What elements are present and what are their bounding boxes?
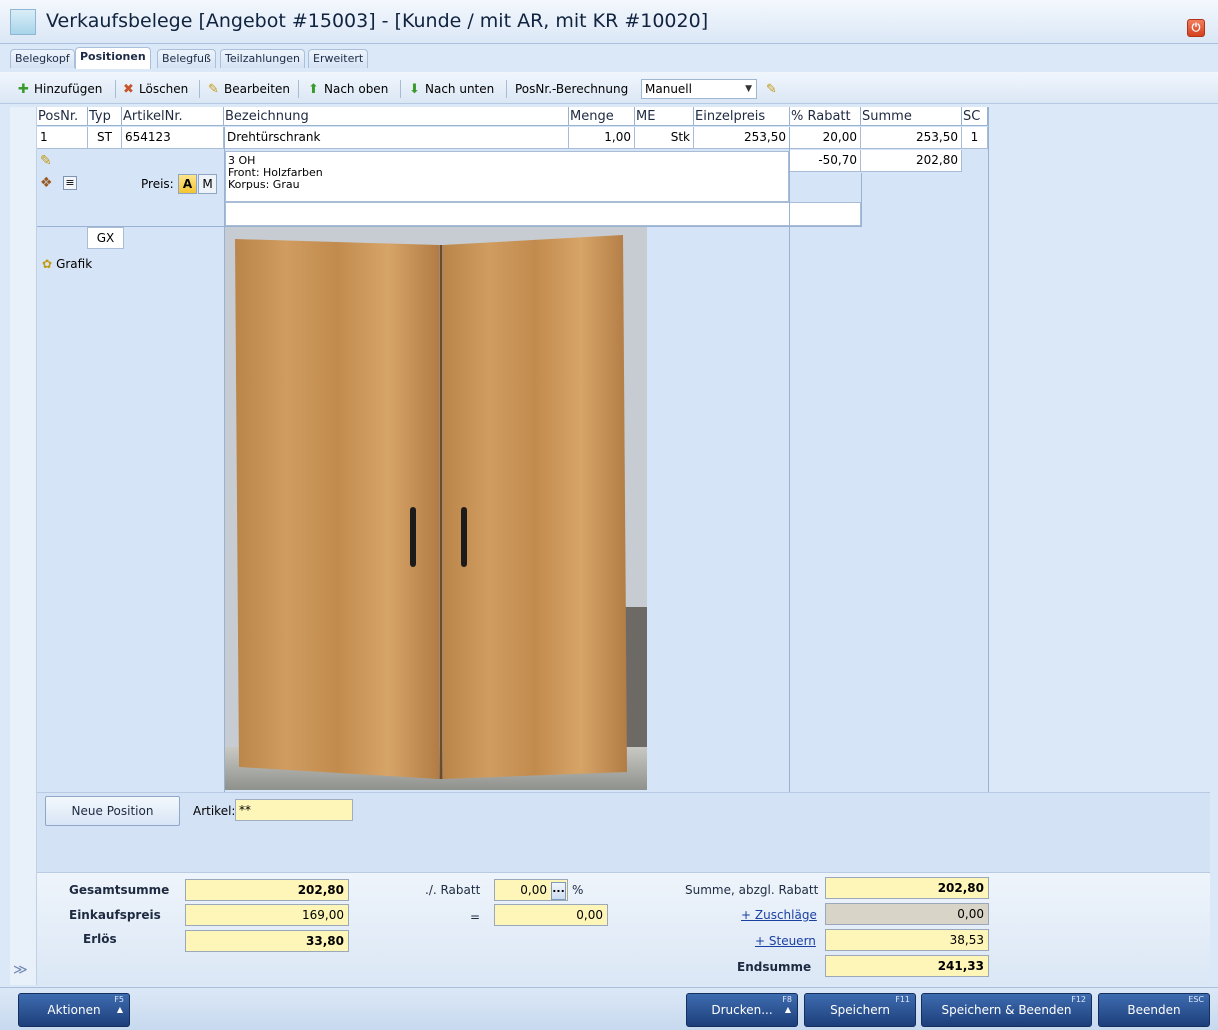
steuern-value: 38,53 xyxy=(825,929,989,951)
cell-bezeichnung[interactable]: Drehtürschrank xyxy=(224,127,569,149)
speichern-beenden-button[interactable]: Speichern & Beenden F12 xyxy=(921,993,1092,1027)
caret-up-icon: ▲ xyxy=(784,1005,791,1014)
artikel-input[interactable]: ** xyxy=(235,799,353,821)
zuschlaege-link[interactable]: + Zuschläge xyxy=(741,908,817,922)
description-textarea[interactable]: 3 OH Front: Holzfarben Korpus: Grau xyxy=(225,151,789,202)
chevron-down-icon: ▼ xyxy=(745,84,752,94)
price-mode-m-button[interactable]: M xyxy=(198,174,217,194)
endsumme-label: Endsumme xyxy=(737,960,812,974)
equals-sign: = xyxy=(470,910,481,924)
arrow-up-icon: ⬆ xyxy=(308,81,319,97)
cell-einzelpreis[interactable]: 253,50 xyxy=(694,127,790,149)
col-header-menge[interactable]: Menge xyxy=(569,107,635,126)
caret-up-icon: ▲ xyxy=(116,1005,123,1014)
cell-summe[interactable]: 253,50 xyxy=(861,127,962,149)
rabatt-amount-input[interactable]: 0,00 xyxy=(494,904,608,926)
pencil-icon: ✎ xyxy=(208,81,219,97)
gesamtsumme-label: Gesamtsumme xyxy=(69,883,170,897)
tab-belegkopf[interactable]: Belegkopf xyxy=(10,49,75,68)
aktionen-button[interactable]: Aktionen F5 ▲ xyxy=(18,993,130,1027)
move-up-button[interactable]: ⬆ Nach oben xyxy=(306,80,388,98)
einkaufspreis-value: 169,00 xyxy=(185,904,349,926)
erloes-label: Erlös xyxy=(83,932,117,946)
speichern-button[interactable]: Speichern F11 xyxy=(804,993,916,1027)
cell-artikelnr[interactable]: 654123 xyxy=(122,127,224,149)
title-bar: Verkaufsbelege [Angebot #15003] - [Kunde… xyxy=(0,0,1218,44)
description-extra-field[interactable] xyxy=(225,202,861,226)
gx-cell[interactable]: GX xyxy=(87,227,124,249)
col-header-bezeichnung[interactable]: Bezeichnung xyxy=(224,107,569,126)
einkaufspreis-label: Einkaufspreis xyxy=(69,908,161,922)
article-image xyxy=(225,227,647,790)
cell-summe-net: 202,80 xyxy=(861,150,962,172)
col-header-rabatt[interactable]: % Rabatt xyxy=(790,107,861,126)
artikel-label: Artikel: xyxy=(193,804,236,818)
posnr-select[interactable]: Manuell ▼ xyxy=(641,79,757,99)
window-title: Verkaufsbelege [Angebot #15003] - [Kunde… xyxy=(46,10,709,32)
tab-positionen[interactable]: Positionen xyxy=(75,47,151,69)
edit-position-icon[interactable]: ✎ xyxy=(40,153,52,169)
tab-erweitert[interactable]: Erweitert xyxy=(308,49,369,68)
rabatt-label: ./. Rabatt xyxy=(425,883,481,897)
cell-rabatt[interactable]: 20,00 xyxy=(790,127,861,149)
col-header-posnr[interactable]: PosNr. xyxy=(37,107,88,126)
new-position-button[interactable]: Neue Position xyxy=(45,796,180,826)
cell-posnr[interactable]: 1 xyxy=(37,127,88,149)
price-mode-a-button[interactable]: A xyxy=(178,174,197,194)
drucken-button[interactable]: Drucken... F8 ▲ xyxy=(686,993,798,1027)
arrow-down-icon: ⬇ xyxy=(409,81,420,97)
collapse-chevron-icon[interactable]: ≫ xyxy=(13,962,28,978)
pencil-green-icon: ✎ xyxy=(766,81,777,97)
beenden-button[interactable]: Beenden ESC xyxy=(1098,993,1210,1027)
gesamtsumme-value: 202,80 xyxy=(185,879,349,901)
renumber-button[interactable]: ✎ xyxy=(764,80,779,98)
add-icon: ✚ xyxy=(18,81,29,97)
delete-button[interactable]: ✖ Löschen xyxy=(121,80,188,98)
col-header-einzelpreis[interactable]: Einzelpreis xyxy=(694,107,790,126)
grafik-button[interactable]: ✿ Grafik xyxy=(42,257,92,271)
cell-sc[interactable]: 1 xyxy=(962,127,988,149)
col-header-artikelnr[interactable]: ArtikelNr. xyxy=(122,107,224,126)
col-header-sc[interactable]: SC xyxy=(962,107,988,126)
summe-abzgl-value: 202,80 xyxy=(825,877,989,899)
steuern-link[interactable]: + Steuern xyxy=(755,934,816,948)
cell-menge[interactable]: 1,00 xyxy=(569,127,635,149)
percent-sign: % xyxy=(572,883,584,897)
col-header-typ[interactable]: Typ xyxy=(88,107,122,126)
edit-button[interactable]: ✎ Bearbeiten xyxy=(206,80,290,98)
tab-belegfuss[interactable]: Belegfuß xyxy=(157,49,216,68)
graphic-icon: ✿ xyxy=(42,257,53,271)
erloes-value: 33,80 xyxy=(185,930,349,952)
row-indicator-strip xyxy=(10,107,37,985)
endsumme-value: 241,33 xyxy=(825,955,989,977)
tab-teilzahlungen[interactable]: Teilzahlungen xyxy=(220,49,305,68)
close-button[interactable]: ⏻ xyxy=(1187,19,1205,37)
posnr-label: PosNr.-Berechnung xyxy=(515,82,629,96)
toolbar: ✚ Hinzufügen ✖ Löschen ✎ Bearbeiten ⬆ Na… xyxy=(0,72,1218,104)
cell-me[interactable]: Stk xyxy=(635,127,694,149)
col-header-summe[interactable]: Summe xyxy=(861,107,962,126)
add-button[interactable]: ✚ Hinzufügen xyxy=(16,80,102,98)
cell-rabatt-amount: -50,70 xyxy=(790,150,861,172)
move-down-button[interactable]: ⬇ Nach unten xyxy=(407,80,494,98)
summe-abzgl-label: Summe, abzgl. Rabatt xyxy=(685,883,819,897)
delete-icon: ✖ xyxy=(123,81,134,97)
palette-icon[interactable]: ❖ xyxy=(40,175,53,191)
preis-label: Preis: xyxy=(141,177,174,191)
window-icon xyxy=(10,9,36,35)
tab-strip: Belegkopf Positionen Belegfuß Teilzahlun… xyxy=(0,47,1218,69)
cell-typ[interactable]: ST xyxy=(88,127,122,149)
col-header-me[interactable]: ME xyxy=(635,107,694,126)
zuschlaege-value: 0,00 xyxy=(825,903,989,925)
rabatt-dialog-button[interactable]: ... xyxy=(551,882,566,900)
text-block-icon[interactable]: ≡ xyxy=(63,176,77,190)
